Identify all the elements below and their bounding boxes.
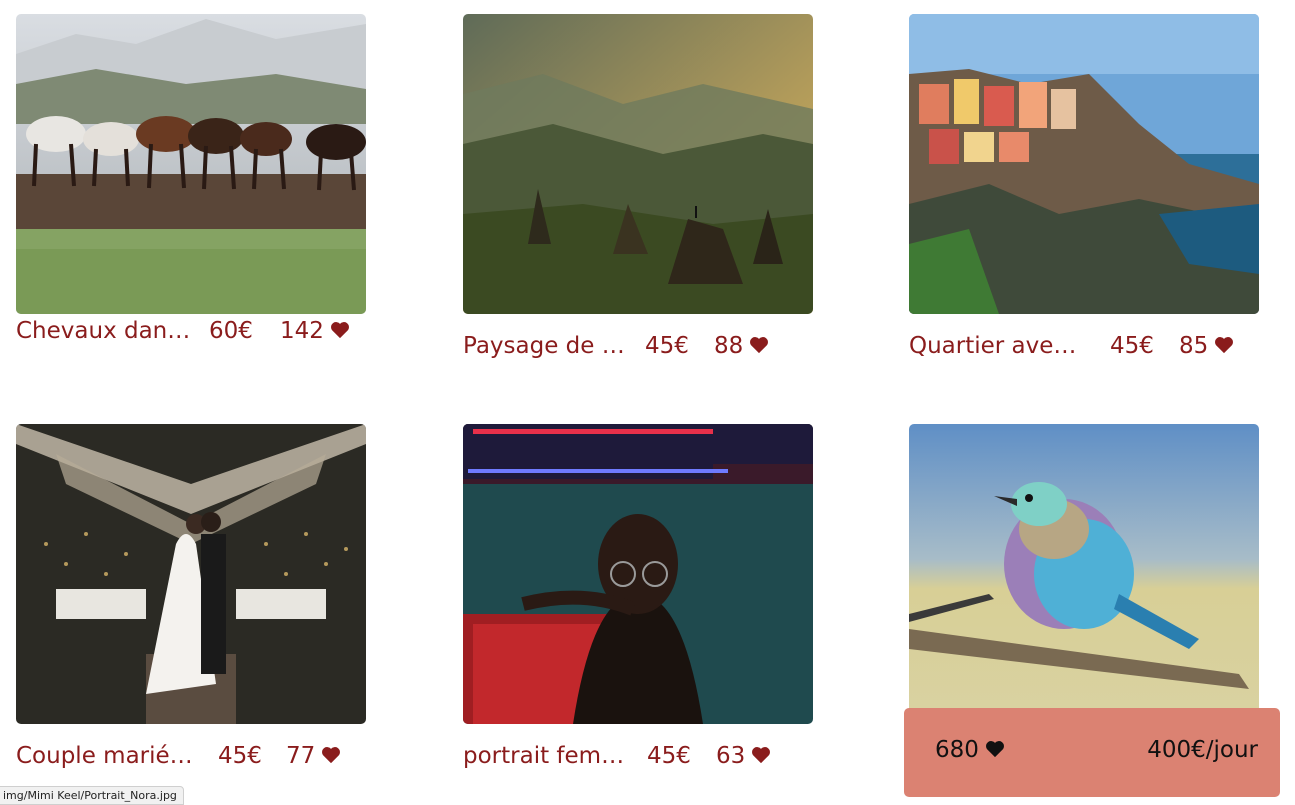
media-price: 45€ — [645, 333, 689, 359]
media-title[interactable]: Paysage de m... — [463, 331, 638, 361]
likes-price-summary: 680 400€/jour — [904, 708, 1280, 797]
media-caption: Paysage de m... 45€ 88 — [463, 331, 883, 361]
total-likes: 680 — [935, 737, 1005, 763]
media-thumbnail-wedding[interactable] — [16, 424, 366, 724]
media-title[interactable]: Quartier avec ... — [909, 331, 1084, 361]
landscape-image — [463, 14, 813, 314]
bird-image — [909, 424, 1259, 724]
likes-number: 142 — [280, 318, 324, 344]
heart-icon — [985, 740, 1005, 758]
media-thumbnail-portrait[interactable] — [463, 424, 813, 724]
media-likes-count: 63 — [716, 741, 771, 771]
likes-number: 63 — [716, 743, 746, 769]
media-thumbnail-landscape[interactable] — [463, 14, 813, 314]
media-card: Couple mariés ... 45€ 77 — [16, 424, 366, 769]
village-image — [909, 14, 1259, 314]
likes-number: 88 — [714, 333, 744, 359]
media-thumbnail-bird[interactable] — [909, 424, 1259, 724]
media-price: 60€ — [209, 318, 253, 344]
media-title[interactable]: Couple mariés ... — [16, 741, 200, 771]
heart-icon[interactable] — [751, 746, 771, 764]
media-title[interactable]: Chevaux dans ... — [16, 316, 196, 346]
media-card: Paysage de m... 45€ 88 — [463, 14, 813, 359]
media-title[interactable]: portrait femm... — [463, 741, 638, 771]
media-thumbnail-village[interactable] — [909, 14, 1259, 314]
heart-icon[interactable] — [749, 336, 769, 354]
horses-image — [16, 14, 366, 314]
media-caption: Chevaux dans ... 60€ 142 — [16, 316, 436, 346]
media-thumbnail-horses[interactable] — [16, 14, 366, 314]
daily-rate: 400€/jour — [1147, 737, 1258, 763]
media-likes-count: 88 — [714, 331, 769, 361]
heart-icon[interactable] — [321, 746, 341, 764]
likes-number: 77 — [286, 743, 316, 769]
total-likes-number: 680 — [935, 737, 979, 763]
heart-icon[interactable] — [330, 321, 350, 339]
media-card: Quartier avec ... 45€ 85 — [909, 14, 1259, 359]
media-price: 45€ — [218, 743, 262, 769]
portrait-image — [463, 424, 813, 724]
likes-number: 85 — [1179, 333, 1209, 359]
media-likes-count: 85 — [1179, 331, 1234, 361]
wedding-image — [16, 424, 366, 724]
media-likes-count: 142 — [280, 316, 350, 346]
media-caption: portrait femm... 45€ 63 — [463, 741, 883, 771]
media-likes-count: 77 — [286, 741, 341, 771]
heart-icon[interactable] — [1214, 336, 1234, 354]
status-bar-url: img/Mimi Keel/Portrait_Nora.jpg — [0, 786, 184, 805]
media-caption: Quartier avec ... 45€ 85 — [909, 331, 1295, 361]
media-price: 45€ — [1110, 333, 1154, 359]
media-card: Chevaux dans ... 60€ 142 — [16, 14, 366, 344]
media-price: 45€ — [647, 743, 691, 769]
media-caption: Couple mariés ... 45€ 77 — [16, 741, 436, 771]
media-card: portrait femm... 45€ 63 — [463, 424, 813, 769]
media-card — [909, 424, 1259, 724]
